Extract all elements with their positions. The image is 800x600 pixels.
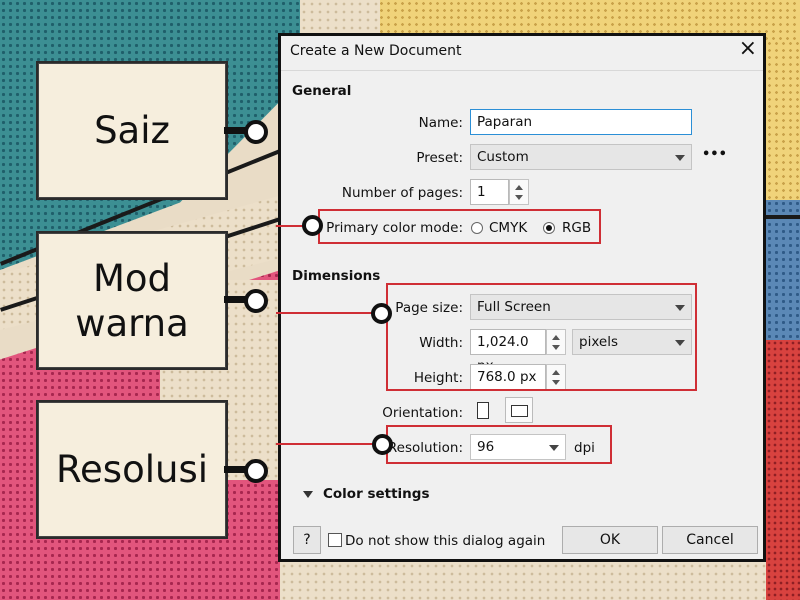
ink-line [766,215,800,219]
dont-show-checkbox[interactable] [328,533,342,547]
size-connector-knob [244,120,268,144]
resolution-label-card: Resolusi [38,402,226,537]
general-heading: General [292,83,352,99]
size-pointer-line [276,312,386,314]
more-options-icon[interactable]: ••• [702,147,727,162]
stepper-down-icon [515,195,523,200]
landscape-icon [511,405,528,417]
color-mode-label-line1: Mod [92,256,172,300]
preset-value: Custom [477,149,529,165]
color-mode-marker [302,215,323,236]
landscape-button[interactable] [505,397,533,423]
color-mode-highlight [318,209,601,244]
pages-stepper[interactable] [509,179,529,205]
size-marker [371,303,392,324]
close-icon[interactable]: × [739,36,757,62]
ok-button[interactable]: OK [562,526,658,554]
color-settings-toggle[interactable]: Color settings [323,486,429,502]
pages-input[interactable]: 1 [470,179,509,205]
paper-bottom [280,562,766,600]
color-mode-label-line2: warna [75,301,189,345]
resolution-highlight [386,425,612,464]
resolution-connector-knob [244,459,268,483]
dimensions-heading: Dimensions [292,268,381,284]
preset-dropdown[interactable]: Custom [470,144,692,170]
cancel-button[interactable]: Cancel [662,526,758,554]
size-label: Saiz [94,109,170,152]
expand-caret-icon[interactable] [303,491,313,498]
help-button[interactable]: ? [293,526,321,554]
resolution-pointer-line [276,443,386,445]
right-yellow [766,40,800,220]
right-red [766,340,800,600]
title-divider [281,70,763,71]
dont-show-label: Do not show this dialog again [345,533,546,549]
resolution-label: Resolusi [55,448,208,491]
portrait-icon[interactable] [477,402,489,419]
right-blue [766,200,800,350]
dialog-title: Create a New Document [290,43,462,59]
chevron-down-icon [675,155,685,161]
preset-label: Preset: [416,150,463,166]
color-mode-connector-knob [244,289,268,313]
orientation-label: Orientation: [382,405,463,421]
name-label: Name: [418,115,463,131]
pages-label: Number of pages: [341,185,463,201]
resolution-marker [372,434,393,455]
color-mode-label-card: Mod warna [38,233,226,368]
stepper-up-icon [515,185,523,190]
name-input[interactable]: Paparan [470,109,692,135]
size-highlight [386,283,697,391]
size-label-card: Saiz [38,63,226,198]
